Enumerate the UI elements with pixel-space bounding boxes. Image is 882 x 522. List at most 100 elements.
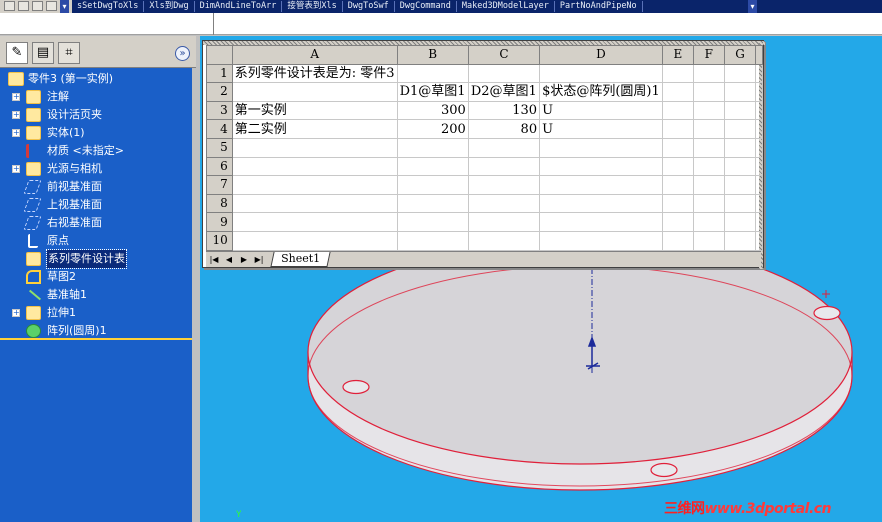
toolbar-item[interactable]: Maked3DModelLayer: [457, 1, 555, 12]
cell[interactable]: D1@草图1: [396, 82, 469, 102]
cell[interactable]: [396, 175, 469, 195]
cell[interactable]: [723, 212, 757, 232]
tree-item[interactable]: 前视基准面: [0, 178, 192, 196]
tree-item[interactable]: 原点: [0, 232, 192, 250]
design-table-sheet[interactable]: ABCDEFG 1 系列零件设计表是为: 零件3 2 D1@草图1 D2@草图1 $状态@…: [202, 40, 765, 269]
toolbar-item[interactable]: Xls到Dwg: [144, 1, 195, 12]
cell[interactable]: 200: [396, 119, 469, 139]
cell[interactable]: [467, 212, 541, 232]
configuration-manager-tab-icon[interactable]: ⌗: [58, 42, 80, 64]
expand-icon[interactable]: +: [12, 93, 20, 101]
cell[interactable]: [723, 82, 757, 102]
cell[interactable]: [396, 156, 469, 177]
toolbar-item[interactable]: 接管表到Xls: [282, 1, 343, 12]
tree-root-part[interactable]: 零件3 (第一实例): [0, 70, 192, 88]
cell[interactable]: [539, 193, 663, 214]
row-header[interactable]: 1: [206, 63, 233, 84]
expand-icon[interactable]: +: [12, 309, 20, 317]
expand-icon[interactable]: +: [12, 111, 20, 119]
toolbar-button-icon[interactable]: [18, 1, 29, 11]
toolbar-overflow-icon[interactable]: ▾: [748, 0, 757, 13]
column-header[interactable]: E: [661, 45, 694, 65]
cell[interactable]: [661, 137, 694, 158]
cell[interactable]: [539, 175, 663, 195]
cell[interactable]: [539, 212, 663, 232]
toolbar-button-icon[interactable]: [46, 1, 57, 11]
tree-item[interactable]: 材质 <未指定>: [0, 142, 192, 160]
toolbar-overflow-icon[interactable]: ▾: [60, 0, 69, 13]
cell[interactable]: [723, 100, 757, 121]
cell[interactable]: [661, 230, 694, 251]
column-header[interactable]: B: [396, 45, 469, 65]
toolbar-item[interactable]: DwgToSwf: [343, 1, 395, 12]
cell[interactable]: [396, 137, 469, 158]
cell[interactable]: [661, 175, 694, 195]
row-header[interactable]: 4: [206, 119, 233, 139]
cell[interactable]: [692, 63, 725, 84]
cell[interactable]: [661, 63, 694, 84]
cell[interactable]: 130: [467, 100, 541, 121]
cell[interactable]: [396, 63, 469, 84]
tree-rollback-bar[interactable]: [0, 338, 192, 340]
cell[interactable]: [396, 212, 469, 232]
cell[interactable]: [231, 193, 398, 214]
toolbar-item[interactable]: PartNoAndPipeNo: [555, 1, 643, 12]
cell[interactable]: [661, 100, 694, 121]
row-header[interactable]: 8: [206, 193, 233, 214]
cell[interactable]: [723, 156, 757, 177]
cell[interactable]: [231, 82, 398, 102]
cell[interactable]: [539, 230, 663, 251]
cell[interactable]: [231, 156, 398, 177]
cell[interactable]: [539, 63, 663, 84]
cell[interactable]: [692, 175, 725, 195]
cell[interactable]: [231, 137, 398, 158]
cell[interactable]: [723, 193, 757, 214]
cell[interactable]: [692, 156, 725, 177]
cell[interactable]: D2@草图1: [467, 82, 541, 102]
property-manager-tab-icon[interactable]: ▤: [32, 42, 54, 64]
cell[interactable]: [692, 137, 725, 158]
cell[interactable]: [661, 119, 694, 139]
row-header[interactable]: 10: [206, 230, 233, 251]
tree-item[interactable]: + 设计活页夹: [0, 106, 192, 124]
column-header[interactable]: D: [539, 45, 663, 65]
toolbar-item[interactable]: DwgCommand: [395, 1, 457, 12]
toolbar-button-icon[interactable]: [4, 1, 15, 11]
cell[interactable]: [231, 212, 398, 232]
cell[interactable]: [692, 82, 725, 102]
cell[interactable]: $状态@阵列(圆周)1: [539, 82, 663, 102]
cell[interactable]: 80: [467, 119, 541, 139]
cell[interactable]: [723, 137, 757, 158]
cell[interactable]: [692, 230, 725, 251]
cell[interactable]: [467, 230, 541, 251]
collapse-panel-icon[interactable]: »: [175, 46, 190, 61]
row-header[interactable]: 3: [206, 100, 233, 121]
cell[interactable]: [661, 193, 694, 214]
feature-manager-tab-icon[interactable]: ✎: [6, 42, 28, 64]
tree-item[interactable]: + 注解: [0, 88, 192, 106]
column-header[interactable]: F: [692, 45, 725, 65]
toolbar-item[interactable]: DimAndLineToArr: [195, 1, 283, 12]
cell[interactable]: 第一实例: [231, 100, 398, 121]
first-sheet-icon[interactable]: |◀: [209, 255, 219, 265]
cell[interactable]: [723, 119, 757, 139]
cell[interactable]: U: [539, 119, 663, 139]
sheet-tab-sheet1[interactable]: Sheet1: [270, 252, 331, 267]
tree-item[interactable]: + 拉伸1: [0, 304, 192, 322]
row-header[interactable]: 6: [206, 156, 233, 177]
cell[interactable]: 第二实例: [231, 119, 398, 139]
row-header[interactable]: 2: [206, 82, 233, 102]
toolbar-button-icon[interactable]: [32, 1, 43, 11]
cell[interactable]: 300: [396, 100, 469, 121]
cell[interactable]: [692, 212, 725, 232]
cell[interactable]: [467, 156, 541, 177]
cell[interactable]: [692, 100, 725, 121]
cell[interactable]: [467, 63, 541, 84]
column-header[interactable]: C: [467, 45, 541, 65]
row-header[interactable]: 7: [206, 175, 233, 195]
tree-item[interactable]: + 光源与相机: [0, 160, 192, 178]
cell[interactable]: 系列零件设计表是为: 零件3: [231, 63, 398, 84]
row-header[interactable]: 5: [206, 137, 233, 158]
cell[interactable]: [692, 119, 725, 139]
cell[interactable]: [539, 156, 663, 177]
